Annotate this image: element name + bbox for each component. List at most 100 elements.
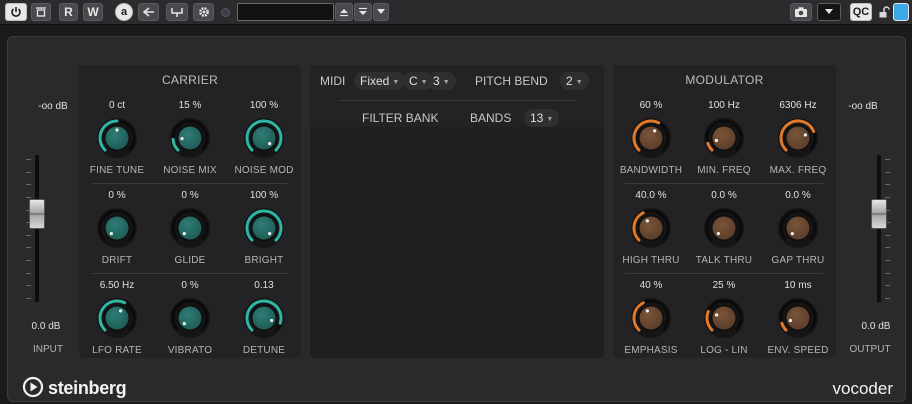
detune-value: 0.13 [254,280,274,291]
carrier-section: CARRIER 0 ct FINE TUNE 15 % NOISE MIX 100 % N… [79,65,301,358]
input-scale-tick [26,184,31,186]
preset-menu-button[interactable] [373,3,389,21]
fine-tune-label: FINE TUNE [89,165,145,176]
midi-octave-value: 3 [433,74,440,88]
env-speed-knob[interactable] [777,297,819,339]
chevron-down-icon: ▼ [575,79,583,86]
settings-button[interactable] [193,3,214,21]
fine-tune-value: 0 ct [108,100,126,111]
midi-octave-dropdown[interactable]: 3 ▼ [427,72,456,90]
output-scale-tick [885,234,890,236]
gap-thru-knob[interactable] [777,207,819,249]
output-peak-readout: -oo dB [848,101,878,112]
output-scale-tick [885,171,890,173]
bandwidth-knob[interactable] [630,117,672,159]
brand-name: steinberg [48,378,127,398]
talk-thru-knob[interactable] [703,207,745,249]
filter-section: MIDI Fixed ▼ C ▼ 3 ▼ PITCH BEND 2 ▼ FILTER B… [310,65,604,358]
output-scale-tick [885,159,890,160]
lock-button[interactable] [876,3,892,21]
drift-value: 0 % [108,190,126,201]
chevron-down-icon: ▼ [392,79,400,86]
noise-mod-value: 100 % [249,100,279,111]
output-scale-tick [885,298,890,299]
input-fader-handle[interactable] [29,198,45,229]
max-freq-value: 6306 Hz [779,100,817,111]
arrow-down-icon [359,7,367,15]
routing-button[interactable] [166,3,188,21]
pitch-bend-dropdown[interactable]: 2 ▼ [560,72,589,90]
plugin-toolbar: R W a QC [0,0,912,25]
link-toggle[interactable] [893,3,909,21]
arrow-left-icon [142,7,154,17]
min-freq-label: MIN. FREQ [697,165,751,176]
filter-bank-display [310,127,604,358]
fine-tune-knob[interactable] [96,117,138,159]
glide-value: 0 % [181,190,199,201]
midi-mode-dropdown[interactable]: Fixed ▼ [354,72,406,90]
center-divider [340,100,576,101]
emphasis-knob[interactable] [630,297,672,339]
vocoder-plugin-panel: -oo dB 0.0 dB INPUT CARRIER 0 ct FINE TUN… [7,36,906,402]
bandwidth-label: BANDWIDTH [619,165,683,176]
input-scale-tick [26,247,31,249]
high-thru-knob[interactable] [630,207,672,249]
max-freq-knob[interactable] [777,117,819,159]
output-scale-tick [885,260,890,262]
preset-name-field[interactable] [237,3,334,21]
log-lin-label: LOG - LIN [700,345,748,356]
output-scale-tick [885,196,890,198]
detune-label: DETUNE [242,345,286,356]
bypass-button[interactable] [31,3,51,21]
detune-knob[interactable] [243,297,285,339]
input-scale-tick [26,196,31,198]
emphasis-label: EMPHASIS [624,345,678,356]
lfo-rate-value: 6.50 Hz [99,280,135,291]
input-peak-readout: -oo dB [38,101,68,112]
noise-mix-value: 15 % [178,100,202,111]
snapshot-button[interactable] [790,3,812,21]
power-icon [11,7,21,17]
emphasis-value: 40 % [639,280,663,291]
output-gain-readout: 0.0 dB [861,321,891,332]
vibrato-knob[interactable] [169,297,211,339]
midi-label: MIDI [320,74,346,88]
midi-mode-value: Fixed [360,74,390,88]
activity-led [221,8,230,17]
modulator-divider [625,183,823,184]
gear-icon [198,7,209,17]
input-scale-tick [26,272,31,274]
input-scale-tick [26,234,31,236]
drift-knob[interactable] [96,207,138,249]
carrier-divider [91,273,289,274]
bright-knob[interactable] [243,207,285,249]
output-fader-handle[interactable] [871,198,887,229]
steinberg-logo-icon [22,376,44,398]
bands-dropdown[interactable]: 13 ▼ [524,109,560,127]
read-automation-button[interactable]: R [59,3,78,21]
preset-next-button[interactable] [354,3,372,21]
env-speed-value: 10 ms [784,280,812,291]
bandwidth-value: 60 % [639,100,663,111]
chevron-down-icon [377,9,385,14]
power-button[interactable] [5,3,27,21]
auto-fade-button[interactable]: a [115,3,133,21]
lfo-rate-knob[interactable] [96,297,138,339]
input-label: INPUT [33,344,63,355]
noise-mod-knob[interactable] [243,117,285,159]
output-scale-tick [885,285,890,287]
preset-previous-button[interactable] [335,3,353,21]
talk-thru-label: TALK THRU [695,255,753,266]
noise-mix-knob[interactable] [169,117,211,159]
quick-controls-button[interactable]: QC [850,3,872,21]
function-menu-button[interactable] [817,3,841,21]
write-automation-button[interactable]: W [83,3,103,21]
input-scale-tick [26,159,31,160]
pitch-bend-label: PITCH BEND [475,74,548,88]
side-chain-button[interactable] [138,3,159,21]
glide-knob[interactable] [169,207,211,249]
log-lin-knob[interactable] [703,297,745,339]
max-freq-label: MAX. FREQ [769,165,827,176]
min-freq-knob[interactable] [703,117,745,159]
gap-thru-value: 0.0 % [785,190,811,201]
